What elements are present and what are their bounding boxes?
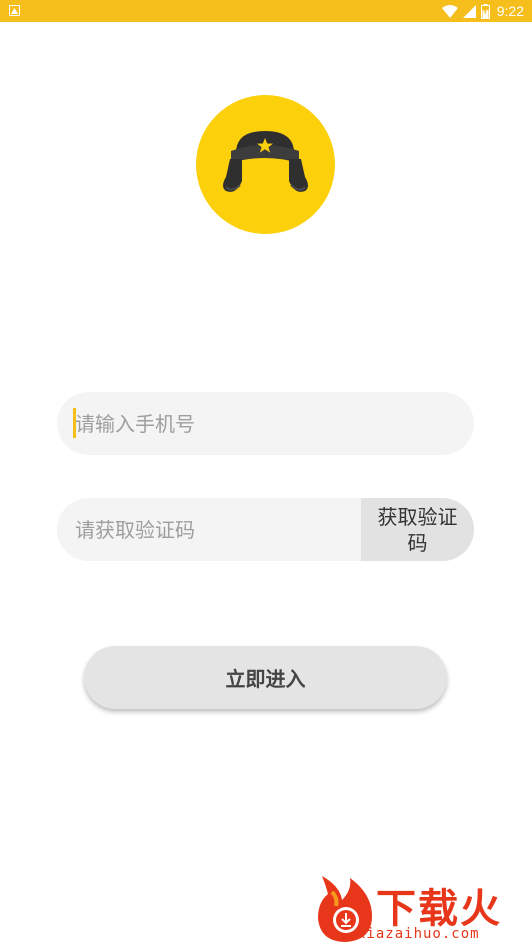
get-code-button[interactable]: 获取验证码 — [361, 498, 474, 561]
status-icons: 9:22 — [441, 0, 524, 22]
ushanka-hat-icon — [223, 131, 308, 192]
status-time: 9:22 — [496, 3, 524, 19]
watermark: 下载火 xiazaihuo.com — [312, 872, 527, 944]
wifi-icon — [441, 4, 458, 18]
verification-code-field: 获取验证码 — [57, 498, 474, 561]
notification-icon — [9, 5, 20, 16]
phone-field — [57, 392, 474, 455]
enter-button[interactable]: 立即进入 — [84, 646, 447, 709]
text-cursor — [73, 408, 76, 438]
status-bar: 9:22 — [0, 0, 532, 22]
phone-input[interactable] — [75, 392, 455, 455]
app-logo — [196, 95, 335, 234]
signal-icon — [462, 4, 476, 18]
watermark-url: xiazaihuo.com — [357, 926, 480, 942]
login-screen: 9:22 获取验证码 立即进入 — [0, 0, 532, 946]
battery-icon — [480, 3, 490, 19]
verification-code-input[interactable] — [75, 498, 355, 561]
